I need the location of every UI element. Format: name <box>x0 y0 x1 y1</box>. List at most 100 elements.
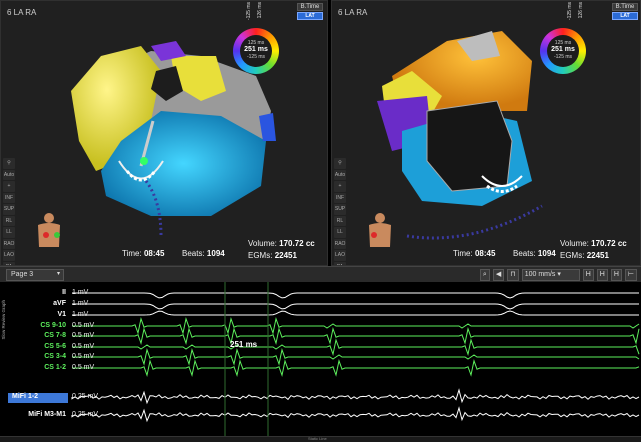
ecg-control-strip: Page 3 ▾ ⌕ ◀ ⊓ 100 mm/s ▾ H H H ⊢ <box>0 266 641 282</box>
view-rao[interactable]: RAO <box>334 238 346 249</box>
btime-selector[interactable]: B.Time LAT <box>612 3 638 25</box>
footer-label: Static Line <box>308 436 327 441</box>
ecg-trace <box>71 388 640 405</box>
beats-readout: Beats: 1094 <box>182 249 225 258</box>
scale-bottom: 126 ms <box>257 2 263 19</box>
lead-gain: 0.25 mV <box>72 393 99 400</box>
volume-value: 170.72 cc <box>279 239 315 248</box>
tool-button-2[interactable]: H <box>596 269 608 281</box>
interval-measurement: 251 ms <box>230 340 258 349</box>
pin-icon[interactable]: ⚲ <box>3 158 15 169</box>
tool-button-4[interactable]: ⊢ <box>624 269 637 281</box>
egms-value: 22451 <box>274 251 297 260</box>
egms-readout: EGMs: 22451 <box>248 251 297 260</box>
chevron-down-icon: ▾ <box>56 271 60 277</box>
right-map-panel[interactable]: 6 LA RA -125 ms 126 ms 125 ms 251 ms -12… <box>331 0 641 266</box>
ecg-trace <box>72 338 640 357</box>
view-auto[interactable]: Auto <box>3 169 15 180</box>
lead-label[interactable]: aVF <box>8 300 68 310</box>
volume-label: Volume: <box>248 239 277 248</box>
time-label: Time: <box>453 249 473 258</box>
scale-top: -125 ms <box>567 2 573 21</box>
caliper-icon[interactable]: ⊓ <box>507 269 519 281</box>
lead-label[interactable]: MiFi 1-2 <box>8 393 68 403</box>
legend-center: 251 ms <box>551 46 575 53</box>
ecg-trace <box>72 316 640 335</box>
view-toolbar: ⚲ Auto + INF SUP RL LL RAO LAO PA AP <box>3 158 15 265</box>
ecg-trace <box>72 347 640 366</box>
lead-label[interactable]: CS 5-6 <box>8 343 68 353</box>
legend-bottom: -125 ms <box>246 54 266 61</box>
ecg-trace <box>72 310 639 316</box>
left-map-panel[interactable]: 6 LA RA -125 ms 126 ms 125 ms 251 ms -12… <box>0 0 328 266</box>
lead-gain: 1 mV <box>72 289 89 296</box>
view-ll[interactable]: LL <box>3 227 15 238</box>
btime-selector[interactable]: B.Time LAT <box>297 3 323 25</box>
beats-label: Beats: <box>182 249 205 258</box>
lead-label[interactable]: CS 3-4 <box>8 353 68 363</box>
lead-gain: 1 mV <box>72 300 89 307</box>
sweep-speed-select[interactable]: 100 mm/s ▾ <box>521 269 580 281</box>
lead-label[interactable]: CS 9-10 <box>8 322 68 332</box>
egms-label: EGMs: <box>560 251 585 260</box>
egms-readout: EGMs: 22451 <box>560 251 609 260</box>
lat-badge[interactable]: LAT <box>612 12 638 20</box>
view-add[interactable]: + <box>334 181 346 192</box>
lead-gain: 0.5 mV <box>72 343 95 350</box>
time-readout: Time: 08:45 <box>122 249 164 258</box>
ecg-trace <box>71 406 640 423</box>
lead-label[interactable]: CS 7-8 <box>8 332 68 342</box>
time-label: Time: <box>122 249 142 258</box>
beats-value: 1094 <box>206 249 225 258</box>
tool-button-1[interactable]: H <box>582 269 594 281</box>
pin-icon[interactable]: ⚲ <box>334 158 346 169</box>
view-rl[interactable]: RL <box>334 215 346 226</box>
view-add[interactable]: + <box>3 181 15 192</box>
lead-label[interactable]: CS 1-2 <box>8 364 68 374</box>
time-readout: Time: 08:45 <box>453 249 495 258</box>
lead-label[interactable]: II <box>8 289 68 299</box>
lead-label[interactable]: V1 <box>8 311 68 321</box>
ecg-trace <box>72 292 639 299</box>
egms-label: EGMs: <box>248 251 273 260</box>
lat-badge[interactable]: LAT <box>297 12 323 20</box>
strip-toolbar: ⌕ ◀ ⊓ 100 mm/s ▾ H H H ⊢ <box>479 269 637 281</box>
tool-button-3[interactable]: H <box>610 269 622 281</box>
view-rl[interactable]: RL <box>3 215 15 226</box>
view-ll[interactable]: LL <box>334 227 346 238</box>
view-rao[interactable]: RAO <box>3 238 15 249</box>
orientation-torso-icon <box>38 213 60 247</box>
view-sup[interactable]: SUP <box>334 204 346 215</box>
scale-top: -125 ms <box>246 2 252 21</box>
lead-gain: 0.5 mV <box>72 364 95 371</box>
ecg-trace <box>72 303 639 310</box>
view-inf[interactable]: INF <box>334 192 346 203</box>
scale-bottom: 126 ms <box>578 2 584 19</box>
beats-label: Beats: <box>513 249 536 258</box>
lead-gain: 0.5 mV <box>72 322 95 329</box>
lead-label[interactable]: MiFi M3-M1 <box>8 411 68 421</box>
lat-color-legend: 125 ms 251 ms -125 ms <box>233 28 279 74</box>
zoom-icon[interactable]: ⌕ <box>479 269 490 281</box>
btime-label[interactable]: B.Time <box>612 3 638 11</box>
btime-label[interactable]: B.Time <box>297 3 323 11</box>
view-toolbar: ⚲ Auto + INF SUP RL LL RAO LAO PA AP <box>334 158 346 265</box>
lead-gain: 0.5 mV <box>72 332 95 339</box>
view-lao[interactable]: LAO <box>334 250 346 261</box>
legend-bottom: -125 ms <box>553 54 573 61</box>
footer-bar: Static Line <box>0 436 641 442</box>
side-panel-label: Slow Review Graph <box>1 300 6 340</box>
view-lao[interactable]: LAO <box>3 250 15 261</box>
time-value: 08:45 <box>143 249 165 258</box>
view-sup[interactable]: SUP <box>3 204 15 215</box>
view-auto[interactable]: Auto <box>334 169 346 180</box>
view-inf[interactable]: INF <box>3 192 15 203</box>
volume-readout: Volume: 170.72 cc <box>248 239 315 248</box>
legend-center: 251 ms <box>244 46 268 53</box>
beats-value: 1094 <box>537 249 556 258</box>
audio-icon[interactable]: ◀ <box>492 269 505 281</box>
ecg-trace <box>72 326 640 346</box>
page-select[interactable]: Page 3 ▾ <box>6 269 64 281</box>
egms-value: 22451 <box>586 251 609 260</box>
lead-gain: 0.5 mV <box>72 353 95 360</box>
